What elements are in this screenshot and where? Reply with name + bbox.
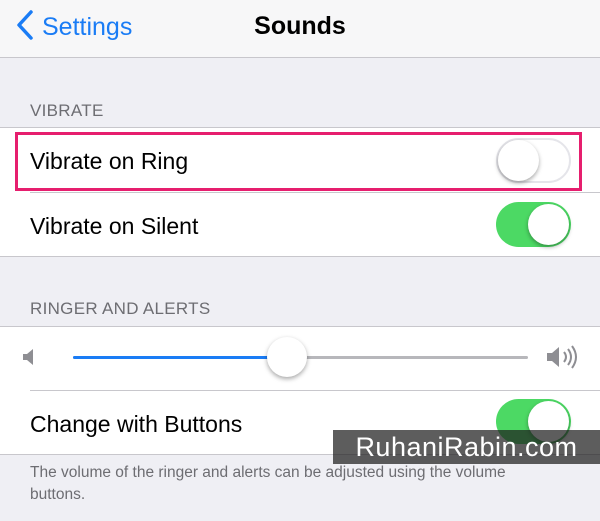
vibrate-on-silent-toggle[interactable] (496, 202, 571, 247)
navigation-bar: Settings Sounds (0, 0, 600, 58)
vibrate-on-silent-label: Vibrate on Silent (30, 213, 199, 239)
section-header-vibrate: VIBRATE (30, 101, 104, 120)
highlight-box (15, 132, 582, 191)
volume-slider-thumb[interactable] (267, 337, 307, 377)
vibrate-on-silent-row[interactable]: Vibrate on Silent (0, 193, 600, 257)
ringer-footer-text: The volume of the ringer and alerts can … (30, 464, 506, 503)
page-title: Sounds (254, 12, 346, 40)
speaker-low-icon (22, 348, 36, 371)
section-header-ringer: RINGER AND ALERTS (30, 299, 211, 318)
volume-slider-fill (73, 356, 287, 359)
watermark: RuhaniRabin.com (333, 430, 600, 464)
change-with-buttons-label: Change with Buttons (30, 411, 243, 437)
toggle-knob (528, 204, 569, 245)
speaker-high-icon (546, 344, 580, 375)
